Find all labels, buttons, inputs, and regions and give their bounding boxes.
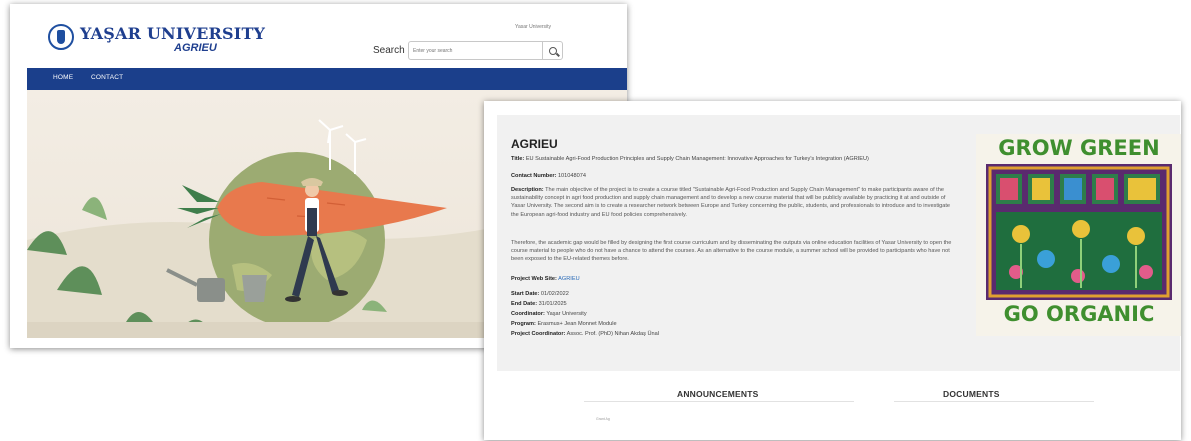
website-row: Project Web Site: AGRIEU [511, 275, 580, 283]
search-icon [548, 46, 557, 55]
announcements-divider [584, 401, 854, 402]
search-box [408, 41, 563, 60]
end-date-label: End Date: [511, 301, 538, 307]
description-value: The main objective of the project is to … [511, 187, 951, 218]
poster-top-text: GROW GREEN [998, 136, 1160, 160]
leaf-icon [986, 164, 1172, 300]
main-nav: HOME CONTACT [27, 68, 627, 90]
contract-label: Contact Number: [511, 173, 557, 179]
start-date-label: Start Date: [511, 291, 540, 297]
documents-divider [894, 401, 1094, 402]
title-value: EU Sustainable Agri-Food Production Prin… [525, 156, 869, 162]
start-date-row: Start Date: 01/02/2022 [511, 290, 569, 298]
university-emblem-icon[interactable] [48, 24, 74, 50]
project-coordinator-value: Assoc. Prof. (PhD) Nihan Akdaş Ünal [566, 331, 659, 337]
poster-bottom-text: GO ORGANIC [1003, 302, 1155, 326]
end-date-row: End Date: 31/01/2025 [511, 300, 567, 308]
coordinator-label: Coordinator: [511, 311, 545, 317]
site-header: YAŞAR UNIVERSITY AGRIEU Yasar University… [10, 4, 627, 68]
program-label: Program: [511, 321, 536, 327]
description-paragraph-2: Therefore, the academic gap would be fil… [511, 240, 952, 263]
website-label: Project Web Site: [511, 276, 557, 282]
project-title: AGRIEU [511, 137, 558, 151]
coordinator-row: Coordinator: Yaşar University [511, 310, 587, 318]
contract-value: 101048074 [557, 173, 586, 179]
search-label: Search [373, 45, 405, 56]
program-row: Program: Erasmus+ Jean Monnet Module [511, 320, 617, 328]
documents-heading[interactable]: DOCUMENTS [943, 389, 1000, 399]
project-coordinator-label: Project Coordinator: [511, 331, 566, 337]
end-date-value: 31/01/2025 [538, 301, 567, 307]
title-row: Title: EU Sustainable Agri-Food Producti… [511, 155, 869, 163]
coordinator-value: Yaşar University [546, 311, 587, 317]
title-label: Title: [511, 156, 525, 162]
project-card: AGRIEU Title: EU Sustainable Agri-Food P… [497, 115, 1181, 371]
project-coordinator-row: Project Coordinator: Assoc. Prof. (PhD) … [511, 330, 659, 338]
announcements-heading[interactable]: ANNOUNCEMENTS [677, 389, 758, 399]
search-button[interactable] [542, 42, 562, 59]
website-link[interactable]: AGRIEU [558, 276, 579, 282]
contract-row: Contact Number: 101048074 [511, 172, 586, 180]
top-link[interactable]: Yasar University [515, 24, 551, 30]
logo-title[interactable]: YAŞAR UNIVERSITY [80, 24, 265, 43]
description-label: Description: [511, 187, 544, 193]
program-value: Erasmus+ Jean Monnet Module [537, 321, 617, 327]
nav-home[interactable]: HOME [53, 74, 73, 81]
grow-green-poster: GROW GREEN GO ORGANIC [976, 134, 1181, 336]
description-paragraph: Description: The main objective of the p… [511, 186, 959, 219]
search-input[interactable] [413, 45, 533, 57]
announcement-snippet[interactable]: Grant Ag [596, 417, 610, 421]
project-page-window: AGRIEU Title: EU Sustainable Agri-Food P… [484, 101, 1181, 440]
nav-contact[interactable]: CONTACT [91, 74, 123, 81]
start-date-value: 01/02/2022 [540, 291, 569, 297]
logo-subtitle: AGRIEU [174, 42, 217, 54]
